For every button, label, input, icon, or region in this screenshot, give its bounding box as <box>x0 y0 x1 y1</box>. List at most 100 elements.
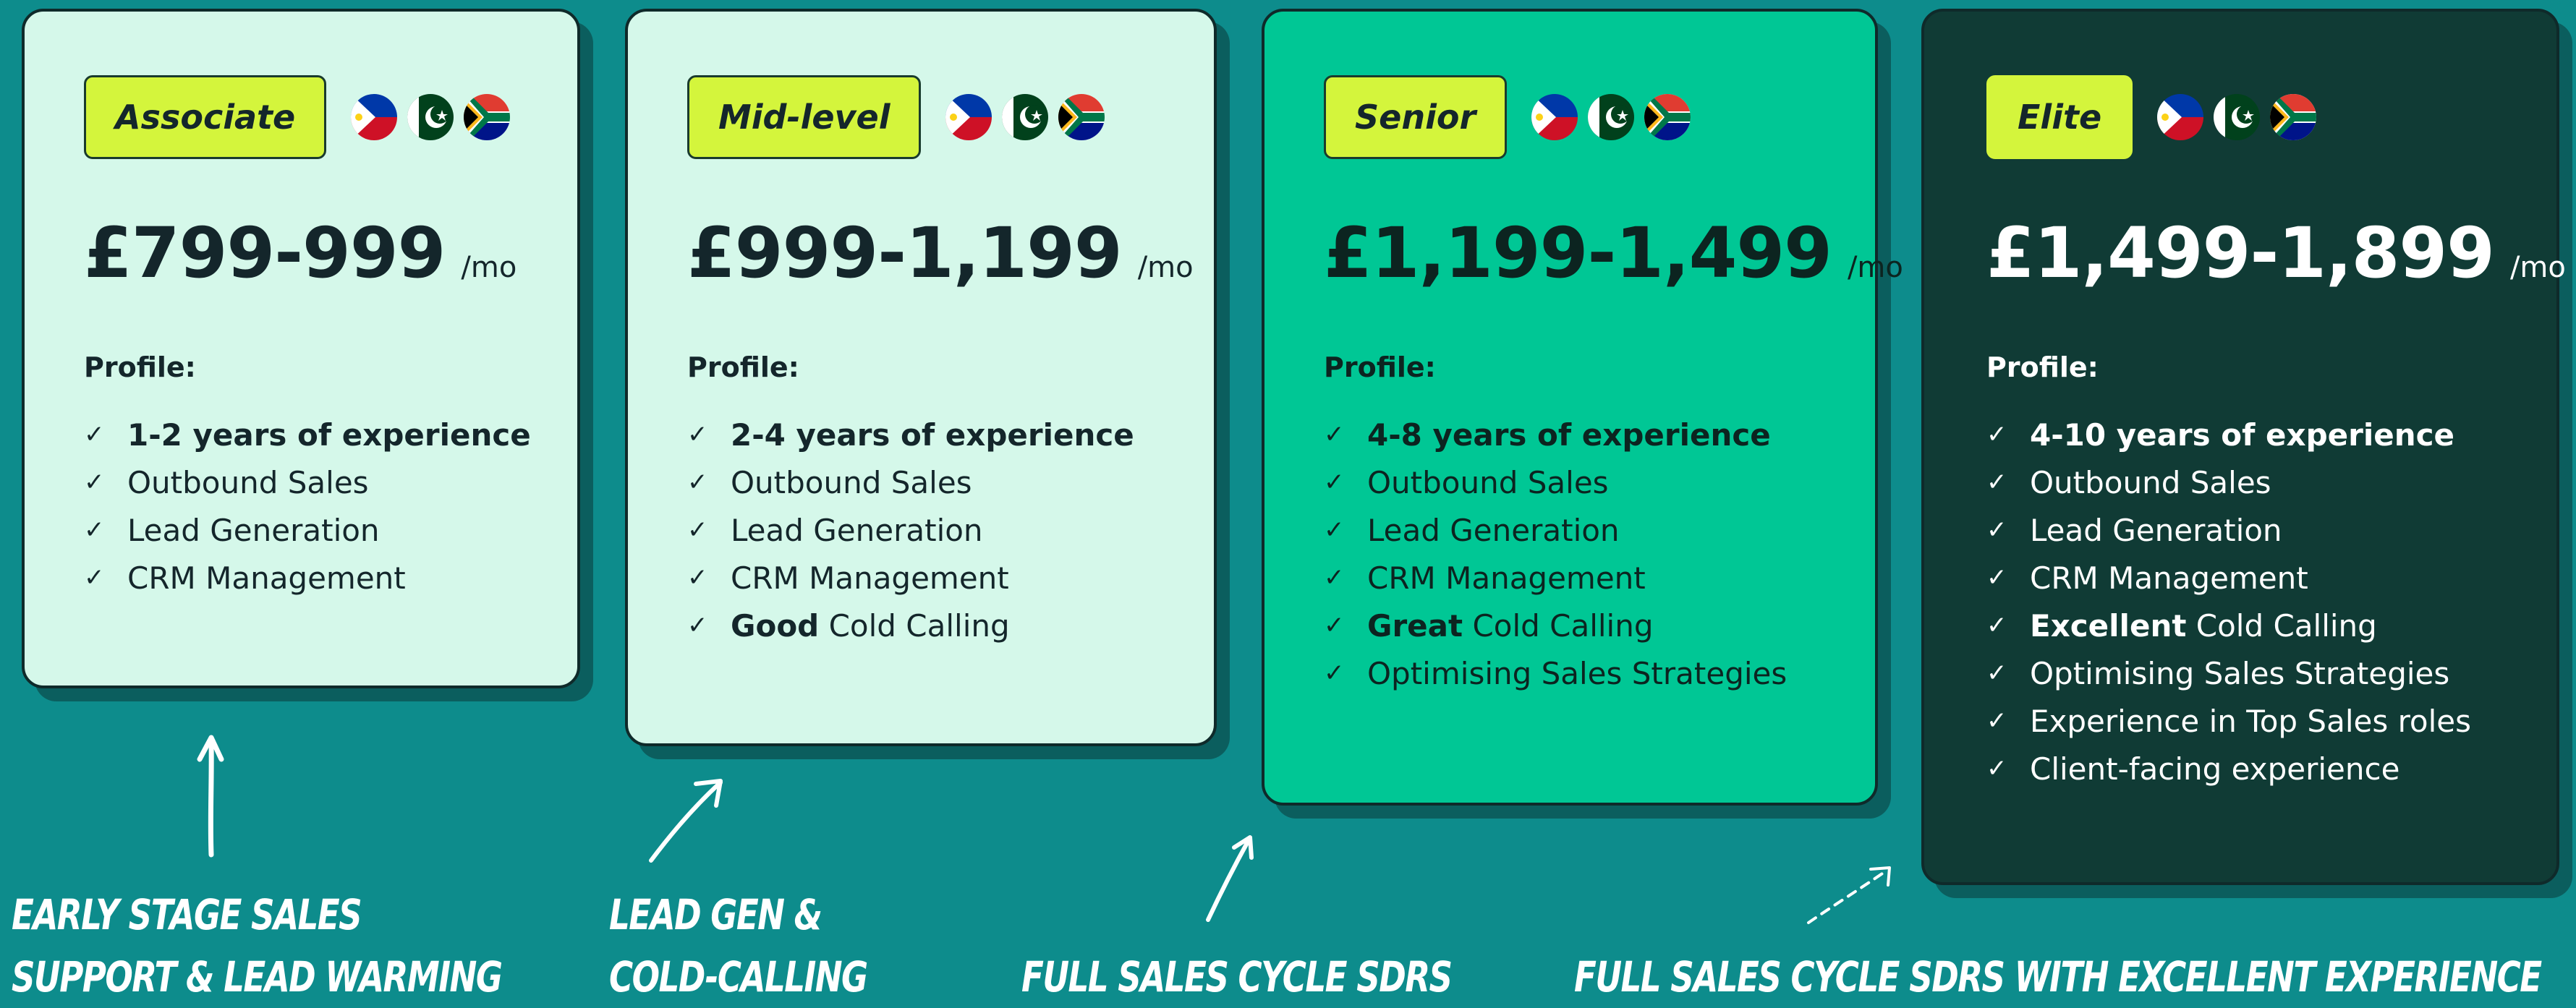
feature-text: CRM Management <box>2030 560 2308 596</box>
price-unit: /mo <box>2509 251 2566 284</box>
checkmark-icon: ✓ <box>687 563 708 592</box>
profile-label: Profile: <box>687 351 799 383</box>
feature-text: CRM Management <box>731 560 1009 596</box>
feature-bold: Excellent <box>2030 607 2187 644</box>
feature-item: ✓ Excellent Cold Calling <box>1986 602 2471 649</box>
tier-badge: Senior <box>1324 75 1508 159</box>
pakistan-flag-icon <box>2214 94 2261 140</box>
checkmark-icon: ✓ <box>1324 516 1345 544</box>
feature-item: ✓ Great Cold Calling <box>1324 602 1787 649</box>
feature-item: ✓ Good Cold Calling <box>687 602 1134 649</box>
feature-item: ✓ Client-facing experience <box>1986 745 2471 793</box>
price-amount: £799-999 <box>84 213 446 294</box>
tier-badge: Associate <box>84 75 327 159</box>
caption-senior: Full sales cycle SDRs <box>1021 946 1453 1008</box>
feature-text: Optimising Sales Strategies <box>2030 655 2450 691</box>
feature-text: CRM Management <box>1367 560 1646 596</box>
feature-text: Cold Calling <box>819 607 1010 644</box>
feature-text: Outbound Sales <box>1367 464 1609 500</box>
tier-badge: Elite <box>1986 75 2133 159</box>
tier-card-mid-level: Mid-level £999-1,199 /mo Profile: ✓ 2-4 y… <box>625 9 1217 746</box>
checkmark-icon: ✓ <box>1986 468 2007 497</box>
feature-text: Outbound Sales <box>731 464 972 500</box>
feature-item: ✓ CRM Management <box>1986 554 2471 602</box>
south-africa-flag-icon <box>2270 94 2317 140</box>
checkmark-icon: ✓ <box>687 611 708 640</box>
caption-elite: Full sales cycle SDRs with excellent exp… <box>1574 946 2542 1008</box>
feature-item: ✓ 2-4 years of experience <box>687 411 1134 458</box>
checkmark-icon: ✓ <box>1324 611 1345 640</box>
tier-header: Senior <box>1324 75 1691 159</box>
checkmark-icon: ✓ <box>1986 706 2007 735</box>
feature-list: ✓ 4-10 years of experience ✓ Outbound Sale… <box>1986 411 2471 793</box>
feature-bold: 4-10 years of experience <box>2030 417 2455 453</box>
feature-text: Outbound Sales <box>127 464 369 500</box>
arrow-diagonal-icon <box>644 774 731 868</box>
tier-header: Mid-level <box>687 75 1105 159</box>
checkmark-icon: ✓ <box>1324 420 1345 449</box>
country-flags <box>2157 94 2317 140</box>
feature-text: Experience in Top Sales roles <box>2030 703 2472 739</box>
tier-card-senior: Senior £1,199-1,499 /mo Profile: ✓ 4-8 ye… <box>1262 9 1903 806</box>
caption-line: cold-calling <box>609 952 868 1001</box>
checkmark-icon: ✓ <box>1986 659 2007 688</box>
feature-item: ✓ Lead Generation <box>1986 506 2471 554</box>
country-flags <box>351 94 511 140</box>
feature-list: ✓ 1-2 years of experience ✓ Outbound Sales… <box>84 411 531 602</box>
feature-bold: Good <box>731 607 820 644</box>
dashed-arrow-icon <box>1801 860 1895 933</box>
south-africa-flag-icon <box>464 94 511 140</box>
feature-bold: Great <box>1367 607 1463 644</box>
south-africa-flag-icon <box>1644 94 1691 140</box>
checkmark-icon: ✓ <box>687 516 708 544</box>
feature-item: ✓ 4-8 years of experience <box>1324 411 1787 458</box>
checkmark-icon: ✓ <box>1986 611 2007 640</box>
checkmark-icon: ✓ <box>1986 563 2007 592</box>
profile-label: Profile: <box>1986 351 2099 383</box>
feature-item: ✓ Outbound Sales <box>1324 458 1787 506</box>
feature-item: ✓ Experience in Top Sales roles <box>1986 697 2471 745</box>
checkmark-icon: ✓ <box>1324 468 1345 497</box>
feature-text: Lead Generation <box>1367 512 1620 548</box>
feature-text: Cold Calling <box>2186 607 2377 644</box>
checkmark-icon: ✓ <box>687 420 708 449</box>
feature-bold: 2-4 years of experience <box>731 417 1134 453</box>
caption-line: Early stage sales <box>12 890 362 939</box>
feature-text: CRM Management <box>127 560 406 596</box>
profile-label: Profile: <box>84 351 196 383</box>
tier-price: £1,499-1,899 /mo <box>1986 213 2566 294</box>
tier-card-elite: Elite £1,499-1,899 /mo Profile: ✓ 4-10 ye… <box>1921 9 2566 885</box>
price-amount: £999-1,199 <box>687 213 1123 294</box>
tier-card-associate: Associate £799-999 /mo Profile: ✓ 1-2 yea… <box>22 9 580 688</box>
price-amount: £1,499-1,899 <box>1986 213 2495 294</box>
feature-text: Outbound Sales <box>2030 464 2271 500</box>
checkmark-icon: ✓ <box>687 468 708 497</box>
feature-item: ✓ Optimising Sales Strategies <box>1324 649 1787 697</box>
pakistan-flag-icon <box>407 94 454 140</box>
checkmark-icon: ✓ <box>1986 754 2007 783</box>
caption-line: Lead gen & <box>609 890 822 939</box>
feature-list: ✓ 2-4 years of experience ✓ Outbound Sales… <box>687 411 1134 649</box>
tier-price: £799-999 /mo <box>84 213 517 294</box>
price-unit: /mo <box>1137 251 1194 284</box>
tier-price: £999-1,199 /mo <box>687 213 1194 294</box>
south-africa-flag-icon <box>1058 94 1105 140</box>
tier-header: Associate <box>84 75 511 159</box>
feature-item: ✓ CRM Management <box>1324 554 1787 602</box>
philippines-flag-icon <box>1531 94 1578 140</box>
tier-price: £1,199-1,499 /mo <box>1324 213 1903 294</box>
philippines-flag-icon <box>2157 94 2204 140</box>
pakistan-flag-icon <box>1002 94 1049 140</box>
checkmark-icon: ✓ <box>84 563 105 592</box>
philippines-flag-icon <box>945 94 992 140</box>
feature-item: ✓ Outbound Sales <box>1986 458 2471 506</box>
country-flags <box>945 94 1105 140</box>
checkmark-icon: ✓ <box>1324 563 1345 592</box>
caption-line: Full sales cycle SDRs with excellent exp… <box>1574 952 2542 1001</box>
feature-text: Lead Generation <box>2030 512 2282 548</box>
checkmark-icon: ✓ <box>84 468 105 497</box>
philippines-flag-icon <box>351 94 398 140</box>
caption-mid-level: Lead gen & cold-calling <box>609 884 868 1008</box>
feature-item: ✓ 1-2 years of experience <box>84 411 531 458</box>
tier-badge: Mid-level <box>687 75 922 159</box>
